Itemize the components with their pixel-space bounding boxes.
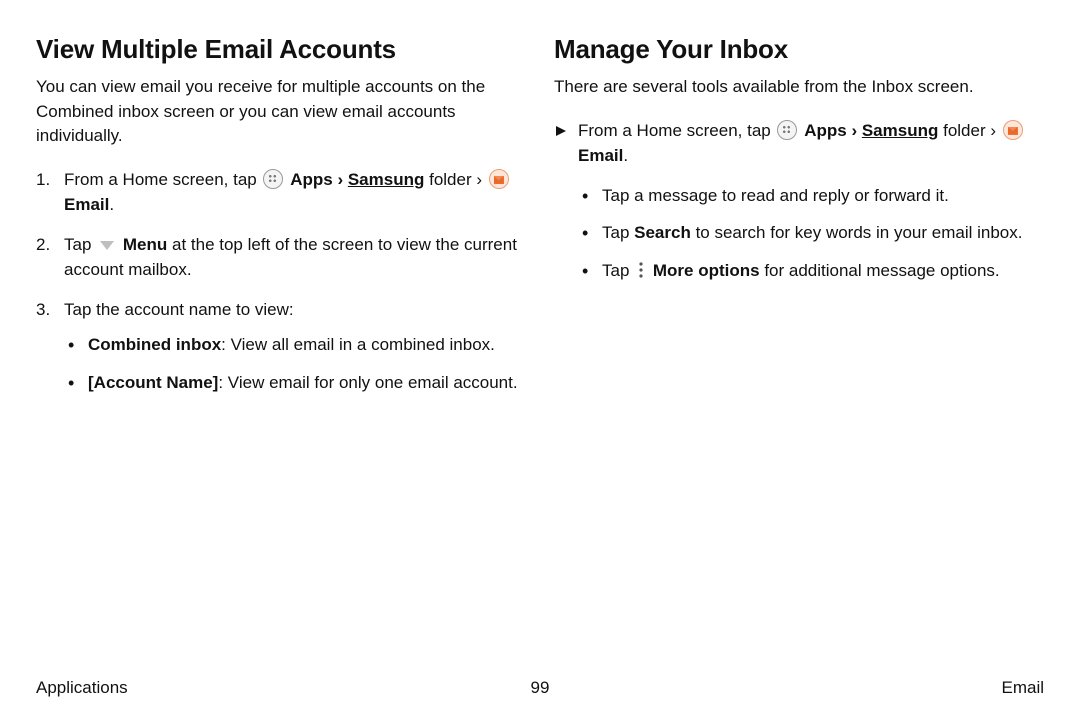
- footer-left: Applications: [36, 678, 128, 698]
- bullet-read-reply: Tap a message to read and reply or forwa…: [578, 183, 1044, 209]
- step-number: 2.: [36, 232, 50, 258]
- step-text: ›: [337, 170, 347, 189]
- apps-label: Apps: [804, 121, 847, 140]
- bullet-rest: : View email for only one email account.: [218, 373, 517, 392]
- samsung-folder-label: Samsung: [348, 170, 425, 189]
- period: .: [109, 195, 114, 214]
- step-number: 3.: [36, 297, 50, 323]
- search-label: Search: [634, 223, 691, 242]
- footer-page-number: 99: [531, 678, 550, 698]
- step-3-bullets: Combined inbox: View all email in a comb…: [64, 332, 526, 395]
- more-options-label: More options: [653, 261, 760, 280]
- apps-label: Apps: [290, 170, 333, 189]
- period: .: [623, 146, 628, 165]
- email-label: Email: [578, 146, 623, 165]
- step-number: 1.: [36, 167, 50, 193]
- step-text: ›: [851, 121, 861, 140]
- right-column: Manage Your Inbox There are several tool…: [554, 34, 1044, 409]
- step-text: From a Home screen, tap: [64, 170, 261, 189]
- right-intro: There are several tools available from t…: [554, 75, 1044, 100]
- samsung-folder-label: Samsung: [862, 121, 939, 140]
- apps-icon: [777, 120, 797, 140]
- menu-label: Menu: [123, 235, 167, 254]
- bullet-text: for additional message options.: [760, 261, 1000, 280]
- bullet-search: Tap Search to search for key words in yo…: [578, 220, 1044, 246]
- step-text: Tap the account name to view:: [64, 300, 294, 319]
- step-text: Tap: [64, 235, 96, 254]
- email-icon: [489, 169, 509, 189]
- dropdown-icon: [98, 234, 116, 248]
- step-2: 2. Tap Menu at the top left of the scree…: [36, 232, 526, 283]
- left-column: View Multiple Email Accounts You can vie…: [36, 34, 526, 409]
- bullet-bold: Combined inbox: [88, 335, 221, 354]
- step-3: 3. Tap the account name to view: Combine…: [36, 297, 526, 396]
- bullet-bold: [Account Name]: [88, 373, 218, 392]
- inbox-tools-bullets: Tap a message to read and reply or forwa…: [578, 183, 1044, 284]
- step-text: folder ›: [429, 170, 487, 189]
- more-options-icon: [636, 261, 646, 279]
- email-icon: [1003, 120, 1023, 140]
- left-steps-list: 1. From a Home screen, tap Apps › Samsun…: [36, 167, 526, 396]
- bullet-text: to search for key words in your email in…: [691, 223, 1023, 242]
- bullet-account-name: [Account Name]: View email for only one …: [64, 370, 526, 396]
- email-label: Email: [64, 195, 109, 214]
- bullet-more-options: Tap More options for additional message …: [578, 258, 1044, 284]
- page-footer: Applications 99 Email: [36, 678, 1044, 698]
- left-intro: You can view email you receive for multi…: [36, 75, 526, 149]
- step-text: folder ›: [943, 121, 1001, 140]
- bullet-rest: : View all email in a combined inbox.: [221, 335, 495, 354]
- step-text: From a Home screen, tap: [578, 121, 775, 140]
- apps-icon: [263, 169, 283, 189]
- bullet-text: Tap: [602, 223, 634, 242]
- footer-right: Email: [1001, 678, 1044, 698]
- bullet-text: Tap: [602, 261, 634, 280]
- bullet-text: Tap a message to read and reply or forwa…: [602, 186, 949, 205]
- right-section-title: Manage Your Inbox: [554, 34, 1044, 65]
- left-section-title: View Multiple Email Accounts: [36, 34, 526, 65]
- play-arrow-icon: [554, 120, 568, 146]
- step-1: 1. From a Home screen, tap Apps › Samsun…: [36, 167, 526, 218]
- bullet-combined-inbox: Combined inbox: View all email in a comb…: [64, 332, 526, 358]
- play-item: From a Home screen, tap Apps › Samsung f…: [554, 118, 1044, 284]
